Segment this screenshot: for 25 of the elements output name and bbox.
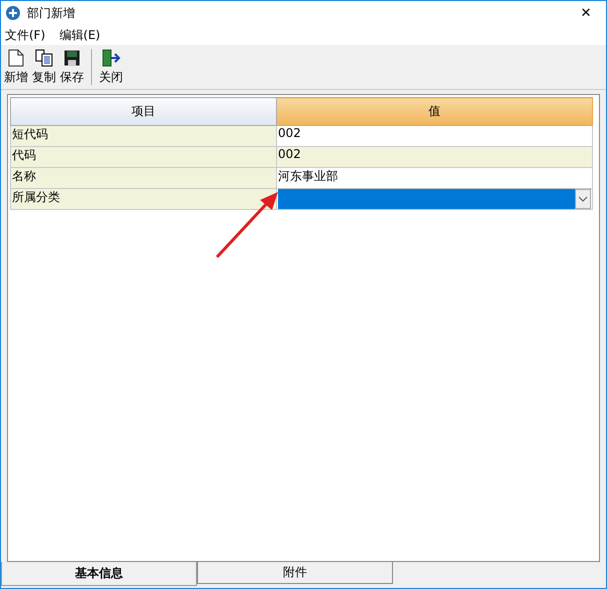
property-value[interactable]: 河东事业部 <box>276 168 592 188</box>
property-name: 名称 <box>10 168 276 188</box>
property-value[interactable]: 002 <box>276 146 592 168</box>
property-name: 所属分类 <box>10 188 276 210</box>
window-title: 部门新增 <box>27 4 76 22</box>
annotation-arrow <box>214 190 280 260</box>
toolbar-button[interactable]: 新增 <box>3 48 29 86</box>
door-exit-icon <box>101 48 121 66</box>
toolbar-button[interactable]: 保存 <box>59 48 85 86</box>
menu-item[interactable]: 文件(F) <box>5 26 46 44</box>
dropdown-chevron-icon[interactable] <box>575 189 591 209</box>
column-header[interactable]: 项目 <box>10 98 276 126</box>
tab[interactable]: 附件 <box>197 562 393 584</box>
close-button[interactable]: ✕ <box>566 1 606 25</box>
tab[interactable]: 基本信息 <box>1 562 197 586</box>
app-icon <box>5 5 21 21</box>
column-header[interactable]: 值 <box>276 98 592 126</box>
copy-icon <box>35 48 53 66</box>
property-value[interactable]: 002 <box>276 126 592 146</box>
page-icon <box>8 48 24 66</box>
toolbar-button[interactable]: 复制 <box>31 48 57 86</box>
property-name: 代码 <box>10 146 276 168</box>
property-name: 短代码 <box>10 126 276 146</box>
toolbar-button[interactable]: 关闭 <box>98 48 124 86</box>
menu-item[interactable]: 编辑(E) <box>59 26 100 44</box>
